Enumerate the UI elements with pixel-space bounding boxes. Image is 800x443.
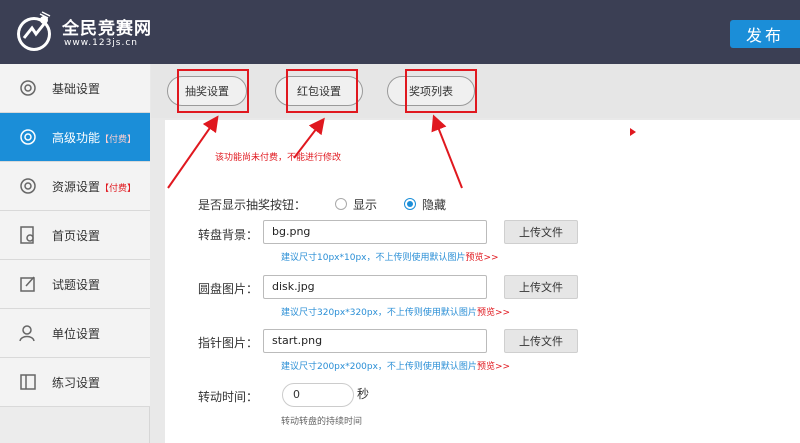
publish-button[interactable]: 发布 <box>730 20 800 48</box>
pointer-label: 指针图片： <box>198 336 259 350</box>
site-logo[interactable]: 全民竞赛网 www.123js.cn <box>12 8 162 56</box>
red-marker-icon <box>630 128 636 136</box>
disk-hint: 建议尺寸320px*320px，不上传则使用默认图片预览>> <box>281 308 511 318</box>
edit-icon <box>20 276 35 292</box>
pointer-upload-button[interactable]: 上传文件 <box>504 329 578 353</box>
annotation-box <box>177 69 249 113</box>
settings-panel: 该功能尚未付费，不能进行修改 是否显示抽奖按钮： 显示 隐藏 转盘背景： bg.… <box>165 120 800 443</box>
bg-preview-link[interactable]: 预览>> <box>465 253 498 263</box>
bg-file-input[interactable]: bg.png <box>263 220 487 244</box>
tab-bar: 抽奖设置 红包设置 奖项列表 <box>151 64 800 118</box>
sidebar-item-questions[interactable]: 试题设置 <box>0 260 150 309</box>
gear-icon <box>20 80 36 96</box>
sidebar-item-basic-settings[interactable]: 基础设置 <box>0 64 150 113</box>
sidebar-item-label: 高级功能【付费】 <box>52 131 137 145</box>
pointer-file-input[interactable]: start.png <box>263 329 487 353</box>
sidebar-item-label: 基础设置 <box>52 82 101 96</box>
sidebar-item-label: 首页设置 <box>52 229 101 243</box>
top-header: 全民竞赛网 www.123js.cn 发布 <box>0 0 800 64</box>
disk-upload-button[interactable]: 上传文件 <box>504 275 578 299</box>
gear-icon <box>20 178 36 194</box>
disk-label: 圆盘图片： <box>198 282 259 296</box>
logo-icon <box>17 11 51 51</box>
sidebar-item-practice[interactable]: 练习设置 <box>0 358 150 407</box>
sidebar-item-label: 试题设置 <box>52 278 101 292</box>
sidebar-item-homepage[interactable]: 首页设置 <box>0 211 150 260</box>
annotation-box <box>405 69 477 113</box>
sidebar-item-label: 单位设置 <box>52 327 101 341</box>
sidebar-item-advanced[interactable]: 高级功能【付费】 <box>0 113 150 162</box>
logo-title: 全民竞赛网 <box>62 19 152 39</box>
disk-file-input[interactable]: disk.jpg <box>263 275 487 299</box>
radio-hide[interactable] <box>404 198 416 210</box>
radio-show[interactable] <box>335 198 347 210</box>
pointer-preview-link[interactable]: 预览>> <box>477 362 510 372</box>
duration-hint: 转动转盘的持续时间 <box>281 417 363 427</box>
pointer-hint: 建议尺寸200px*200px，不上传则使用默认图片预览>> <box>281 362 511 372</box>
unpaid-notice: 该功能尚未付费，不能进行修改 <box>215 153 342 163</box>
sidebar-item-resources[interactable]: 资源设置【付费】 <box>0 162 150 211</box>
document-search-icon <box>20 226 34 244</box>
sidebar-item-label: 资源设置【付费】 <box>52 180 137 194</box>
sidebar: 基础设置 高级功能【付费】 资源设置【付费】 首页设置 试题设置 单位设置 练习… <box>0 64 150 443</box>
logo-subtitle: www.123js.cn <box>64 38 138 48</box>
bg-hint: 建议尺寸10px*10px，不上传则使用默认图片预览>> <box>281 253 499 263</box>
radio-show-label: 显示 <box>353 198 378 212</box>
show-button-label: 是否显示抽奖按钮： <box>198 198 307 212</box>
radio-hide-label: 隐藏 <box>422 198 447 212</box>
disk-preview-link[interactable]: 预览>> <box>477 308 510 318</box>
bg-upload-button[interactable]: 上传文件 <box>504 220 578 244</box>
sidebar-item-organization[interactable]: 单位设置 <box>0 309 150 358</box>
annotation-box <box>286 69 358 113</box>
main-content: 抽奖设置 红包设置 奖项列表 该功能尚未付费，不能进行修改 是否显示抽奖按钮： … <box>151 64 800 443</box>
user-icon <box>19 325 35 342</box>
book-icon <box>20 374 36 390</box>
sidebar-item-label: 练习设置 <box>52 376 101 390</box>
bg-label: 转盘背景： <box>198 228 259 242</box>
duration-unit: 秒 <box>357 387 370 401</box>
duration-input[interactable]: 0 <box>282 383 354 407</box>
duration-label: 转动时间： <box>198 390 259 404</box>
paid-badge: 【付费】 <box>100 135 137 145</box>
paid-badge: 【付费】 <box>100 184 137 194</box>
gear-icon <box>20 129 36 145</box>
